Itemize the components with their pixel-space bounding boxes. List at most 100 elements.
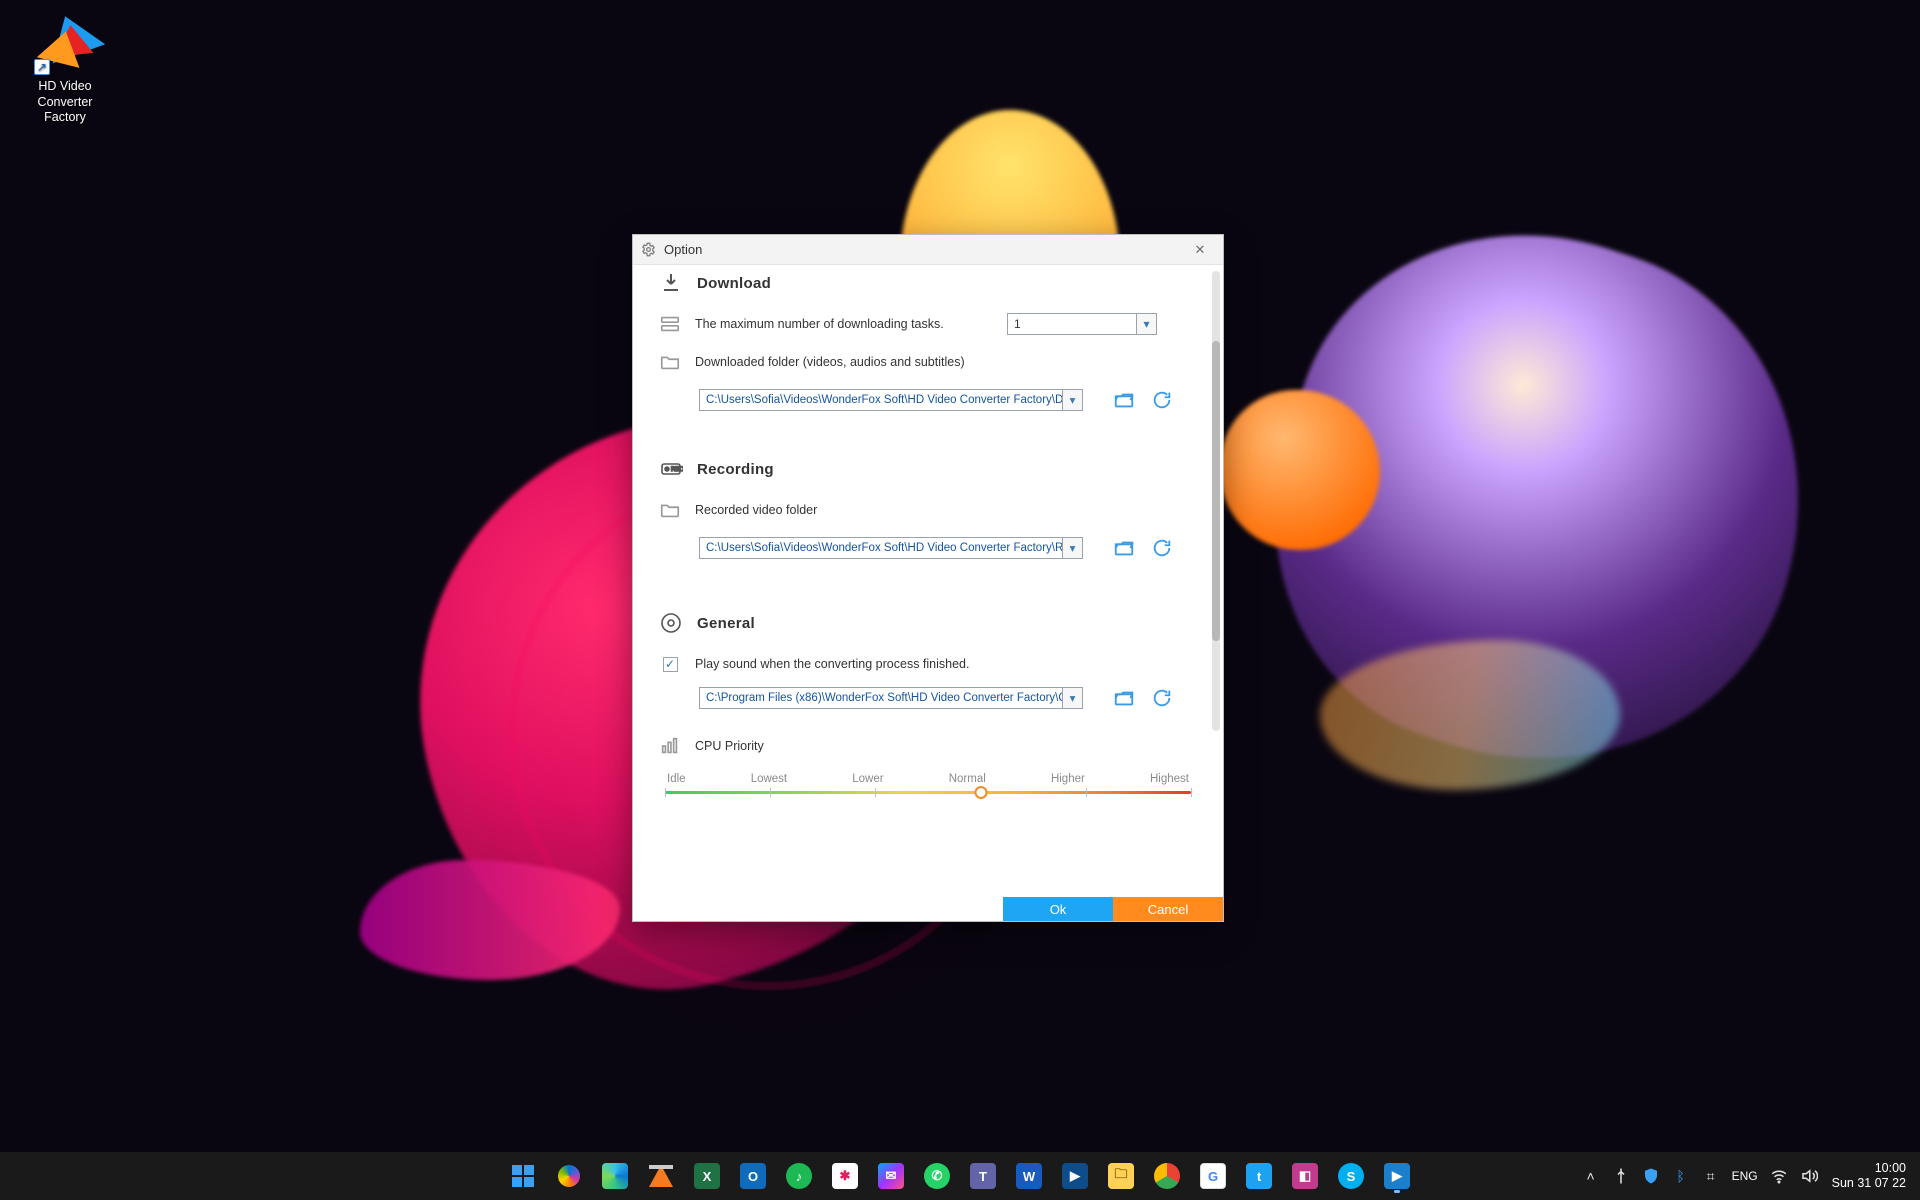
desktop-shortcut-label: HD Video Converter Factory (10, 79, 120, 126)
chevron-down-icon: ▾ (1062, 390, 1082, 410)
tray-bluetooth-icon[interactable]: ᛒ (1672, 1167, 1690, 1185)
folder-icon (659, 499, 681, 521)
reset-button[interactable] (1151, 537, 1173, 559)
section-recording: REC Recording (633, 423, 1223, 495)
taskbar-twitter[interactable]: t (1240, 1157, 1278, 1195)
desktop-shortcut-hdvcf[interactable]: ↗ HD Video Converter Factory (10, 15, 120, 126)
max-tasks-select[interactable]: 1 ▾ (1007, 313, 1157, 335)
tray-security-icon[interactable] (1642, 1167, 1660, 1185)
taskbar-teams[interactable]: T (964, 1157, 1002, 1195)
taskbar-app[interactable]: ◧ (1286, 1157, 1324, 1195)
clock-date: Sun 31 07 22 (1832, 1176, 1906, 1191)
recorded-folder-path: C:\Users\Sofia\Videos\WonderFox Soft\HD … (706, 542, 1083, 554)
recorded-folder-combo[interactable]: C:\Users\Sofia\Videos\WonderFox Soft\HD … (699, 537, 1083, 559)
option-dialog: Option ✕ Download The maximum number of … (632, 234, 1224, 922)
taskbar-clock[interactable]: 10:00 Sun 31 07 22 (1832, 1161, 1906, 1191)
row-sound-path: C:\Program Files (x86)\WonderFox Soft\HD… (633, 687, 1223, 721)
taskbar[interactable]: X O ♪ ✱ ✉ ✆ T W ▶ 🗀 G t ◧ S ▶ ˄ ᛒ ⌗ ENG … (0, 1152, 1920, 1200)
close-button[interactable]: ✕ (1185, 239, 1215, 261)
section-recording-heading: Recording (697, 461, 774, 478)
taskbar-slack[interactable]: ✱ (826, 1157, 864, 1195)
taskbar-tray: ˄ ᛒ ⌗ ENG 10:00 Sun 31 07 22 (1582, 1161, 1920, 1191)
row-download-folder-label: Downloaded folder (videos, audios and su… (633, 347, 1223, 385)
taskbar-excel[interactable]: X (688, 1157, 726, 1195)
tray-overflow-icon[interactable]: ˄ (1582, 1167, 1600, 1185)
tray-language[interactable]: ENG (1732, 1169, 1758, 1183)
download-folder-label: Downloaded folder (videos, audios and su… (695, 355, 965, 369)
download-folder-combo[interactable]: C:\Users\Sofia\Videos\WonderFox Soft\HD … (699, 389, 1083, 411)
taskbar-settings[interactable] (550, 1157, 588, 1195)
max-tasks-label: The maximum number of downloading tasks. (695, 317, 944, 331)
cpu-priority-slider[interactable]: Idle Lowest Lower Normal Higher Highest (633, 769, 1223, 794)
priority-label: Lowest (751, 773, 787, 785)
taskbar-edge[interactable] (596, 1157, 634, 1195)
taskbar-spotify[interactable]: ♪ (780, 1157, 818, 1195)
dialog-footer: Ok Cancel (633, 897, 1223, 921)
sound-path: C:\Program Files (x86)\WonderFox Soft\HD… (706, 692, 1083, 704)
start-button[interactable] (504, 1157, 542, 1195)
row-cpu-priority-label: CPU Priority (633, 721, 1223, 769)
cpu-priority-label: CPU Priority (695, 739, 764, 753)
priority-track[interactable] (665, 791, 1191, 794)
priority-thumb[interactable] (974, 786, 987, 799)
max-tasks-value: 1 (1014, 317, 1021, 331)
reset-button[interactable] (1151, 687, 1173, 709)
taskbar-clipchamp[interactable]: ▶ (1056, 1157, 1094, 1195)
chevron-down-icon: ▾ (1136, 314, 1156, 334)
gear-icon (641, 242, 656, 257)
scrollbar-thumb[interactable] (1212, 341, 1220, 641)
chart-icon (659, 735, 681, 757)
taskbar-hdvcf[interactable]: ▶ (1378, 1157, 1416, 1195)
section-download-heading: Download (697, 275, 771, 292)
sound-path-combo[interactable]: C:\Program Files (x86)\WonderFox Soft\HD… (699, 687, 1083, 709)
chevron-down-icon: ▾ (1062, 538, 1082, 558)
tray-wifi-icon[interactable] (1770, 1167, 1788, 1185)
taskbar-messenger[interactable]: ✉ (872, 1157, 910, 1195)
tasks-icon (659, 313, 681, 335)
ok-button[interactable]: Ok (1003, 897, 1113, 921)
taskbar-vlc[interactable] (642, 1157, 680, 1195)
priority-label: Normal (949, 773, 986, 785)
download-icon (659, 271, 683, 295)
record-icon: REC (659, 457, 683, 481)
tray-feedback-icon[interactable]: ⌗ (1702, 1167, 1720, 1185)
download-folder-path: C:\Users\Sofia\Videos\WonderFox Soft\HD … (706, 394, 1083, 406)
gear-outline-icon (659, 611, 683, 635)
dialog-titlebar[interactable]: Option ✕ (633, 235, 1223, 265)
tray-volume-icon[interactable] (1800, 1167, 1818, 1185)
open-folder-button[interactable] (1113, 687, 1135, 709)
open-folder-button[interactable] (1113, 389, 1135, 411)
priority-label: Lower (852, 773, 883, 785)
section-download: Download (633, 265, 1223, 309)
priority-labels: Idle Lowest Lower Normal Higher Highest (665, 773, 1191, 785)
cancel-button[interactable]: Cancel (1113, 897, 1223, 921)
taskbar-whatsapp[interactable]: ✆ (918, 1157, 956, 1195)
checkbox-container: ✓ (659, 653, 681, 675)
folder-icon (659, 351, 681, 373)
reset-button[interactable] (1151, 389, 1173, 411)
taskbar-outlook[interactable]: O (734, 1157, 772, 1195)
row-max-tasks: The maximum number of downloading tasks.… (633, 309, 1223, 347)
play-sound-label: Play sound when the converting process f… (695, 657, 969, 671)
dialog-title: Option (664, 242, 1185, 257)
svg-text:REC: REC (671, 467, 683, 473)
taskbar-google[interactable]: G (1194, 1157, 1232, 1195)
row-play-sound: ✓ Play sound when the converting process… (633, 649, 1223, 687)
chevron-down-icon: ▾ (1062, 688, 1082, 708)
play-sound-checkbox[interactable]: ✓ (663, 657, 678, 672)
shortcut-arrow-icon: ↗ (34, 59, 50, 75)
dialog-body: Download The maximum number of downloadi… (633, 265, 1223, 897)
taskbar-skype[interactable]: S (1332, 1157, 1370, 1195)
priority-label: Idle (667, 773, 686, 785)
tray-usb-icon[interactable] (1612, 1167, 1630, 1185)
recorded-folder-label: Recorded video folder (695, 503, 817, 517)
row-download-folder-path: C:\Users\Sofia\Videos\WonderFox Soft\HD … (633, 385, 1223, 423)
taskbar-chrome[interactable] (1148, 1157, 1186, 1195)
scrollbar[interactable] (1212, 271, 1220, 731)
taskbar-word[interactable]: W (1010, 1157, 1048, 1195)
open-folder-button[interactable] (1113, 537, 1135, 559)
section-general-heading: General (697, 615, 755, 632)
priority-label: Higher (1051, 773, 1085, 785)
app-logo-icon: ↗ (36, 15, 94, 73)
taskbar-file-explorer[interactable]: 🗀 (1102, 1157, 1140, 1195)
